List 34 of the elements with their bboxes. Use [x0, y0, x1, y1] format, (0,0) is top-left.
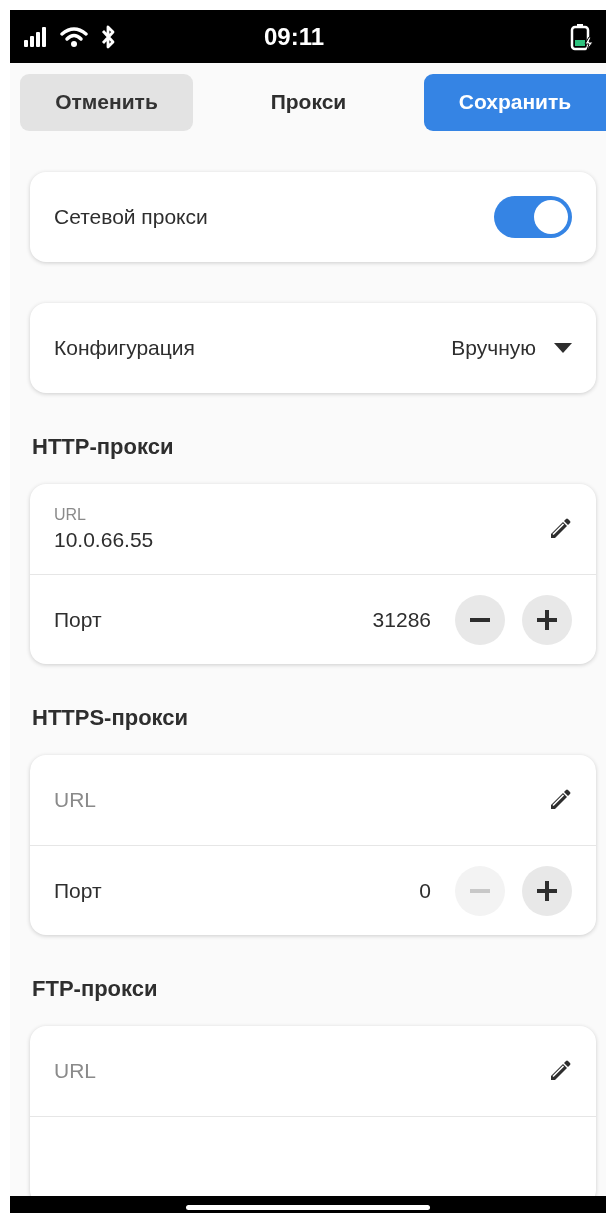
cancel-button[interactable]: Отменить: [20, 73, 193, 131]
bluetooth-icon: [100, 23, 116, 50]
port-label: Порт: [54, 607, 103, 632]
plus-icon: [537, 880, 557, 901]
pencil-icon[interactable]: [548, 1059, 572, 1083]
page-title: Прокси: [270, 90, 347, 114]
save-button[interactable]: Сохранить: [424, 73, 606, 131]
url-label: URL: [54, 506, 87, 524]
dropdown-caret-icon: [554, 343, 572, 353]
decrement-button[interactable]: [455, 594, 505, 645]
configuration-label: Конфигурация: [54, 336, 196, 360]
section-title: FTP-прокси: [32, 976, 159, 1002]
battery-charging-icon: [570, 22, 594, 51]
url-value: 10.0.66.55: [54, 528, 155, 552]
url-field[interactable]: URL: [54, 1059, 354, 1083]
url-field[interactable]: URL: [54, 788, 354, 812]
pencil-icon[interactable]: [548, 517, 572, 541]
section-title: HTTPS-прокси: [32, 705, 190, 731]
increment-button[interactable]: [522, 865, 572, 916]
plus-icon: [537, 609, 557, 630]
signal-icon: [24, 26, 48, 47]
switch-label: Сетевой прокси: [54, 205, 209, 229]
wifi-icon: [60, 25, 88, 48]
increment-button[interactable]: [522, 594, 572, 645]
section-title: HTTP-прокси: [32, 434, 175, 460]
proxy-toggle[interactable]: [494, 196, 572, 238]
configuration-dropdown[interactable]: Вручную: [451, 336, 572, 360]
status-time: 09:11: [264, 22, 326, 51]
port-value: 31286: [372, 607, 431, 632]
minus-icon: [470, 888, 490, 893]
minus-icon: [470, 617, 490, 622]
port-value: 0: [419, 878, 431, 903]
port-label: Порт: [54, 878, 103, 903]
pencil-icon[interactable]: [548, 788, 572, 812]
